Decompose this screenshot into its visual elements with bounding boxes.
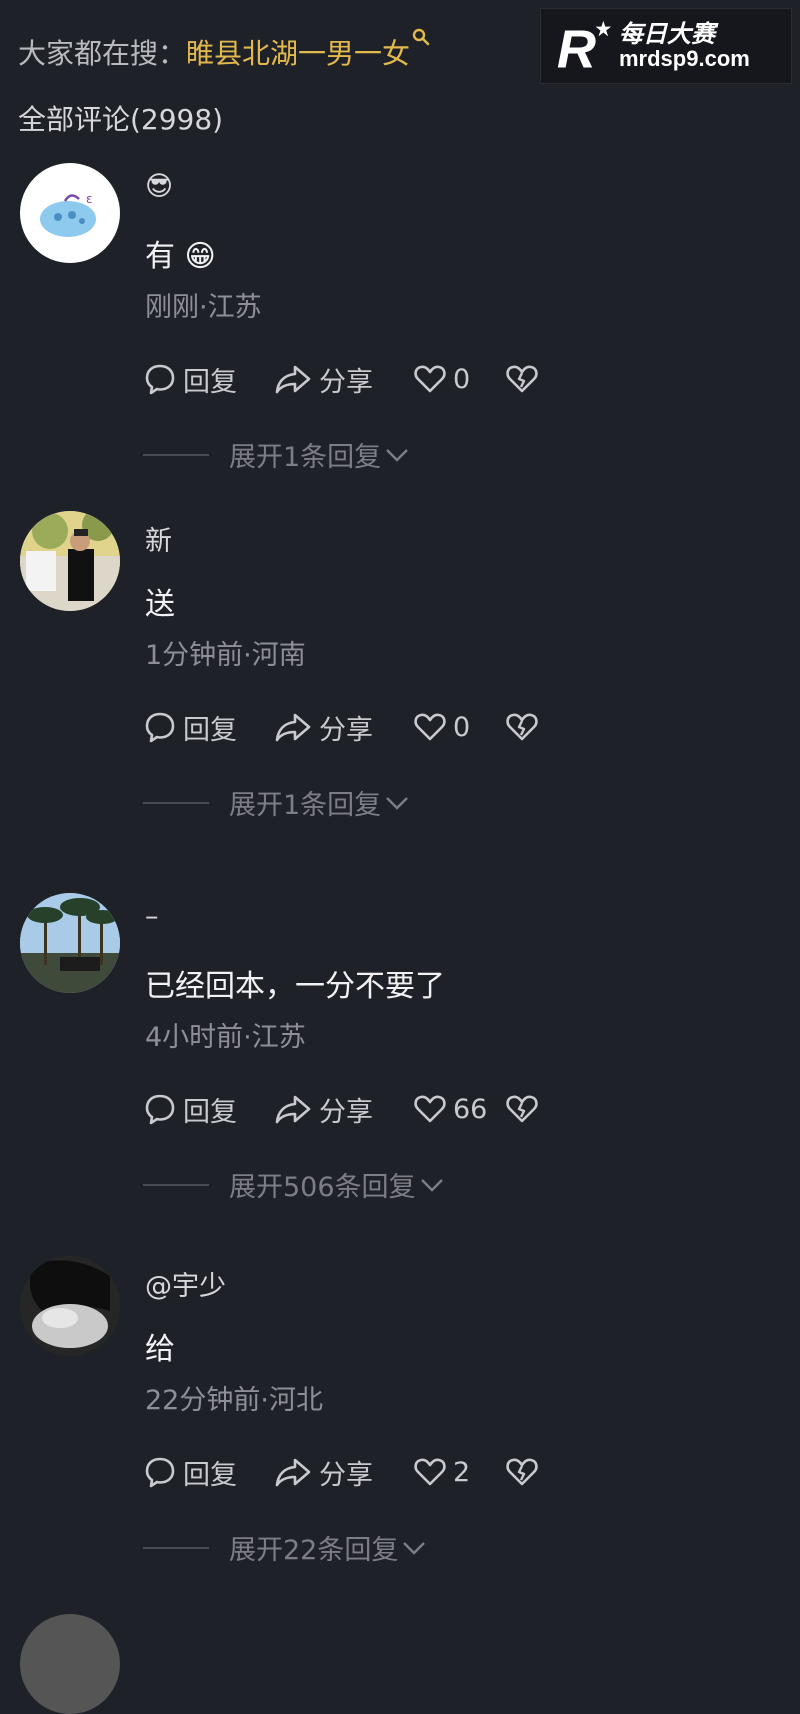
watermark-title: 每日大赛 xyxy=(619,19,715,48)
expand-replies-label: 展开506条回复 xyxy=(229,1172,416,1203)
comment-item: ε 😎 有 😁 刚刚·江苏 回复 分享 0 展开1条回复 xyxy=(0,163,800,523)
comment-meta: 4小时前·江苏 xyxy=(145,1022,306,1053)
avatar[interactable] xyxy=(20,893,120,993)
chevron-down-icon xyxy=(386,796,409,810)
divider-line xyxy=(143,453,209,456)
share-button[interactable]: 分享 xyxy=(273,708,413,747)
like-button[interactable]: 0 xyxy=(413,362,505,396)
comment-meta: 1分钟前·河南 xyxy=(145,640,306,671)
comment-text: 送 xyxy=(145,587,175,622)
divider-line xyxy=(143,1546,209,1549)
comment-username[interactable]: – xyxy=(145,901,159,932)
avatar[interactable] xyxy=(20,1256,120,1356)
heart-icon xyxy=(414,365,446,393)
expand-replies-label: 展开1条回复 xyxy=(229,790,382,821)
chevron-down-icon xyxy=(403,1541,426,1555)
comment-actions: 回复 分享 0 xyxy=(143,359,545,399)
search-suggestion[interactable]: 大家都在搜：睢县北湖一男一女 xyxy=(18,28,430,72)
expand-replies-button[interactable]: 展开1条回复 xyxy=(143,783,409,822)
reply-button[interactable]: 回复 xyxy=(143,1090,273,1129)
share-arrow-icon xyxy=(275,1095,311,1124)
broken-heart-icon xyxy=(506,1458,538,1486)
reply-label: 回复 xyxy=(183,1096,237,1128)
comment-text: 已经回本，一分不要了 xyxy=(145,969,445,1004)
like-count: 0 xyxy=(453,363,471,395)
comment-item: – 已经回本，一分不要了 4小时前·江苏 回复 分享 66 展开506条回复 xyxy=(0,893,800,1253)
expand-replies-label: 展开22条回复 xyxy=(229,1535,399,1566)
watermark: R 每日大赛 mrdsp9.com xyxy=(540,8,792,84)
divider-line xyxy=(143,1183,209,1186)
comments-count-header: 全部评论(2998) xyxy=(18,103,224,136)
comment-text: 有 😁 xyxy=(145,239,216,274)
reply-bubble-icon xyxy=(145,364,175,395)
chevron-down-icon xyxy=(386,448,409,462)
like-count: 0 xyxy=(453,711,471,743)
divider-line xyxy=(143,801,209,804)
comment-actions: 回复 分享 66 xyxy=(143,1089,545,1129)
share-button[interactable]: 分享 xyxy=(273,1090,413,1129)
dislike-button[interactable] xyxy=(505,362,545,396)
heart-icon xyxy=(414,1095,446,1123)
like-button[interactable]: 0 xyxy=(413,710,505,744)
share-arrow-icon xyxy=(275,365,311,394)
reply-button[interactable]: 回复 xyxy=(143,360,273,399)
chevron-down-icon xyxy=(420,1178,443,1192)
reply-bubble-icon xyxy=(145,1457,175,1488)
heart-icon xyxy=(414,1458,446,1486)
dislike-button[interactable] xyxy=(505,1455,545,1489)
share-label: 分享 xyxy=(319,366,373,398)
expand-replies-button[interactable]: 展开506条回复 xyxy=(143,1165,444,1204)
expand-replies-label: 展开1条回复 xyxy=(229,442,382,473)
svg-text:R: R xyxy=(557,19,596,75)
avatar[interactable]: ε xyxy=(20,163,120,263)
broken-heart-icon xyxy=(506,713,538,741)
comment-username[interactable]: @宇少 xyxy=(145,1264,226,1303)
comment-item: 新 送 1分钟前·河南 回复 分享 0 展开1条回复 xyxy=(0,511,800,871)
share-button[interactable]: 分享 xyxy=(273,360,413,399)
reply-button[interactable]: 回复 xyxy=(143,1453,273,1492)
brand-logo-icon: R xyxy=(557,19,612,75)
comment-username[interactable]: 😎 xyxy=(145,171,173,202)
heart-icon xyxy=(414,713,446,741)
comment-text: 给 xyxy=(145,1332,175,1367)
comment-actions: 回复 分享 0 xyxy=(143,707,545,747)
share-label: 分享 xyxy=(319,1096,373,1128)
broken-heart-icon xyxy=(506,1095,538,1123)
expand-replies-button[interactable]: 展开1条回复 xyxy=(143,435,409,474)
comment-meta: 22分钟前·河北 xyxy=(145,1385,323,1416)
like-count: 66 xyxy=(453,1093,488,1125)
reply-label: 回复 xyxy=(183,1459,237,1491)
svg-text:ε: ε xyxy=(86,192,93,206)
like-count: 2 xyxy=(453,1456,471,1488)
comment-username[interactable]: 新 xyxy=(145,519,172,558)
broken-heart-icon xyxy=(506,365,538,393)
share-arrow-icon xyxy=(275,1458,311,1487)
share-label: 分享 xyxy=(319,1459,373,1491)
share-label: 分享 xyxy=(319,714,373,746)
watermark-url: mrdsp9.com xyxy=(619,46,750,72)
reply-bubble-icon xyxy=(145,1094,175,1125)
share-arrow-icon xyxy=(275,713,311,742)
like-button[interactable]: 2 xyxy=(413,1455,505,1489)
dislike-button[interactable] xyxy=(505,1092,545,1126)
search-prefix: 大家都在搜： xyxy=(18,37,187,70)
reply-label: 回复 xyxy=(183,714,237,746)
comment-actions: 回复 分享 2 xyxy=(143,1452,545,1492)
search-term[interactable]: 睢县北湖一男一女 xyxy=(186,37,410,70)
dislike-button[interactable] xyxy=(505,710,545,744)
reply-bubble-icon xyxy=(145,712,175,743)
comment-meta: 刚刚·江苏 xyxy=(145,292,262,323)
reply-label: 回复 xyxy=(183,366,237,398)
like-button[interactable]: 66 xyxy=(413,1092,505,1126)
expand-replies-button[interactable]: 展开22条回复 xyxy=(143,1528,426,1567)
reply-button[interactable]: 回复 xyxy=(143,708,273,747)
avatar[interactable] xyxy=(20,511,120,611)
search-icon[interactable] xyxy=(412,28,430,46)
avatar[interactable] xyxy=(20,1614,120,1714)
comment-item: @宇少 给 22分钟前·河北 回复 分享 2 展开22条回复 xyxy=(0,1256,800,1616)
share-button[interactable]: 分享 xyxy=(273,1453,413,1492)
